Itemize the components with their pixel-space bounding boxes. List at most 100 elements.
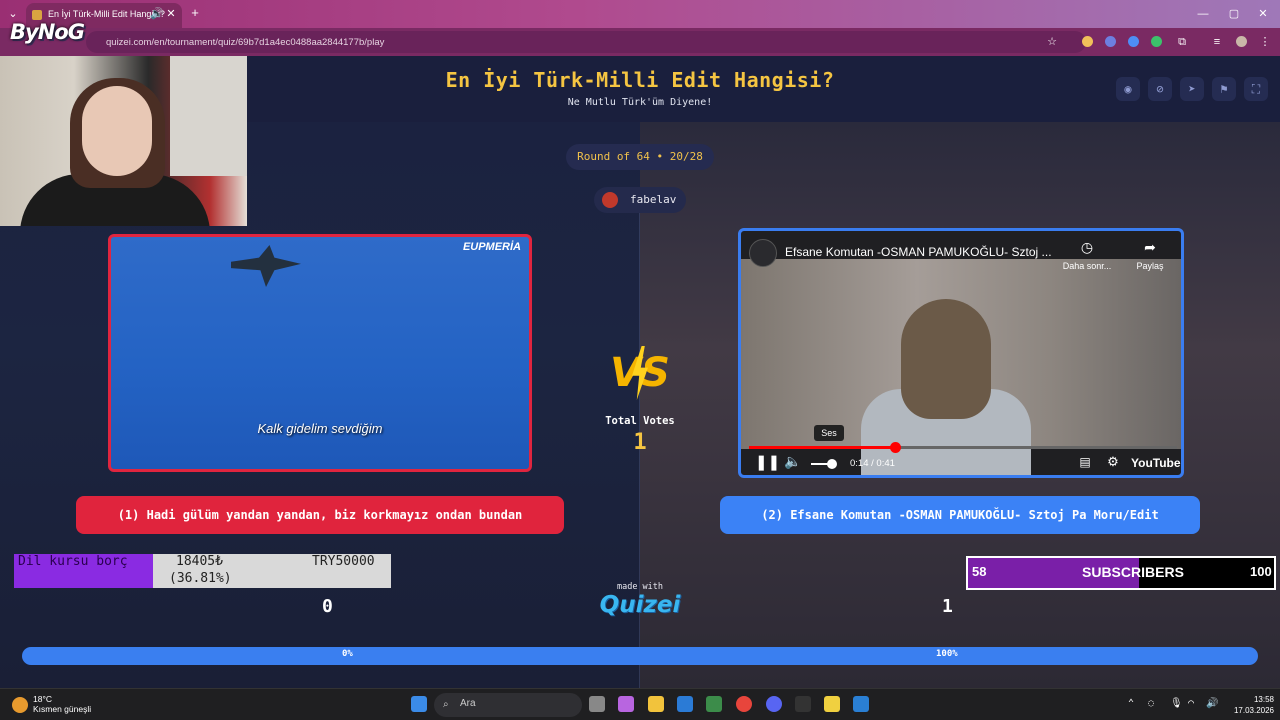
chrome-icon[interactable] (736, 696, 752, 712)
extension-icon[interactable] (1128, 36, 1139, 47)
windows-taskbar: 18°C Kısmen güneşli Ara ⌕ ⌃ ◌ 🎙 ◠ 🔊 13:5… (0, 688, 1280, 720)
copilot-icon[interactable] (618, 696, 634, 712)
watch-later-icon[interactable]: ◷ (1057, 239, 1117, 256)
pause-icon[interactable]: ❚❚ (755, 453, 780, 471)
share-icon[interactable]: ➦ (1125, 239, 1175, 256)
stream-logo: ByNoG (10, 20, 85, 44)
volume-tooltip: Ses (814, 425, 844, 441)
weather-desc: Kısmen güneşli (33, 704, 92, 714)
volume-icon[interactable]: 🔈 (783, 453, 803, 470)
video-progress-bar[interactable] (749, 442, 1177, 453)
weather-widget[interactable]: 18°C Kısmen güneşli (33, 694, 91, 714)
subscriber-label: SUBSCRIBERS (1082, 564, 1184, 580)
option-right-button[interactable]: (2) Efsane Komutan -OSMAN PAMUKOĞLU- Szt… (720, 496, 1200, 534)
left-vote-count: 0 (322, 596, 333, 617)
clock-date: 17.03.2026 (1233, 706, 1274, 715)
maximize-button[interactable]: ▢ (1227, 7, 1241, 21)
extension-icon[interactable] (1082, 36, 1093, 47)
jet-image (231, 245, 301, 287)
app-icon[interactable] (853, 696, 869, 712)
system-clock[interactable]: 13:58 17.03.2026 (1224, 694, 1274, 716)
total-votes-count: 1 (633, 430, 647, 455)
profile-avatar[interactable] (1236, 36, 1247, 47)
subscriber-target: 100 (1250, 564, 1272, 579)
youtube-logo[interactable]: YouTube (1131, 456, 1181, 470)
extension-icon[interactable] (1105, 36, 1116, 47)
author-chip[interactable]: fabelav (594, 187, 686, 213)
option-left-button[interactable]: (1) Hadi gülüm yandan yandan, biz korkma… (76, 496, 564, 534)
donation-goal: TRY50000 (312, 554, 375, 569)
video-watermark: EUPMERİA (462, 241, 521, 253)
vote-percent-bar: 0% 100% (22, 647, 1258, 665)
send-icon[interactable]: ➤ (1180, 77, 1204, 101)
left-percent: 0% (342, 649, 353, 659)
tab-list-chevron-icon[interactable]: ⌄ (6, 7, 20, 21)
weather-icon[interactable] (12, 697, 28, 713)
extension-icon[interactable] (1151, 36, 1162, 47)
donation-percent: (36.81%) (169, 571, 232, 586)
store-icon[interactable] (677, 696, 693, 712)
url-field[interactable]: quizei.com/en/tournament/quiz/69b7d1a4ec… (86, 31, 1086, 53)
quizei-logo[interactable]: Quizei (590, 592, 690, 618)
flag-icon[interactable]: ⚑ (1212, 77, 1236, 101)
round-badge: Round of 64 • 20/28 (566, 144, 714, 170)
made-with-label: made with (616, 582, 664, 592)
window-close-button[interactable]: ✕ (1256, 7, 1270, 21)
tab-close-button[interactable]: ✕ (165, 7, 177, 21)
video-time: 0:14 / 0:41 (850, 458, 895, 469)
app-icon[interactable] (706, 696, 722, 712)
youtube-video-title[interactable]: Efsane Komutan -OSMAN PAMUKOĞLU- Sztoj .… (785, 245, 1065, 259)
right-video-youtube[interactable]: Efsane Komutan -OSMAN PAMUKOĞLU- Sztoj .… (738, 228, 1184, 478)
file-explorer-icon[interactable] (648, 696, 664, 712)
app-icon[interactable] (824, 696, 840, 712)
channel-avatar[interactable] (749, 239, 777, 267)
author-avatar (602, 192, 618, 208)
watch-later-label[interactable]: Daha sonr... (1057, 261, 1117, 271)
background-portrait (170, 56, 247, 176)
link-icon[interactable]: ⊘ (1148, 77, 1172, 101)
donation-goal-widget: Dil kursu borç 18405₺ (36.81%) TRY50000 (14, 554, 391, 588)
author-name: fabelav (630, 193, 677, 206)
weather-temp: 18°C (33, 694, 52, 704)
wifi-icon[interactable]: ◠ (1188, 698, 1194, 709)
discord-icon[interactable] (766, 696, 782, 712)
right-vote-count: 1 (942, 596, 953, 617)
donation-amount: 18405₺ (176, 554, 223, 569)
settings-gear-icon[interactable]: ⚙ (1103, 454, 1123, 470)
tray-chevron-icon[interactable]: ⌃ (1128, 698, 1134, 709)
windows-start-icon[interactable] (411, 696, 427, 712)
captions-icon[interactable]: ▤ (1075, 455, 1095, 469)
progress-played (749, 446, 895, 449)
donation-label: Dil kursu borç (18, 554, 128, 569)
right-percent: 100% (936, 649, 958, 659)
new-tab-button[interactable]: + (188, 6, 202, 20)
speaker-icon[interactable]: 🔊 (1206, 698, 1218, 709)
vs-logo: VS (604, 344, 676, 402)
left-video[interactable]: EUPMERİA Kalk gidelim sevdiğim (108, 234, 532, 472)
eye-icon[interactable]: ◉ (1116, 77, 1140, 101)
progress-scrubber[interactable] (889, 442, 901, 453)
total-votes-label: Total Votes (605, 415, 675, 427)
microphone-icon[interactable]: 🎙 (1170, 698, 1183, 709)
video-person-head (901, 299, 991, 419)
obs-icon[interactable] (795, 696, 811, 712)
task-view-icon[interactable] (589, 696, 605, 712)
minimize-button[interactable]: — (1196, 7, 1210, 21)
fullscreen-icon[interactable]: ⛶ (1244, 77, 1268, 101)
browser-menu-icon[interactable]: ⋮ (1258, 35, 1272, 49)
subscriber-current: 58 (972, 564, 987, 579)
taskbar-search[interactable]: Ara (434, 693, 582, 717)
bookmark-star-icon[interactable]: ☆ (1045, 35, 1059, 49)
volume-handle[interactable] (827, 459, 837, 469)
subscriber-goal-widget: 58 SUBSCRIBERS 100 (966, 556, 1276, 590)
video-frame (741, 259, 1181, 475)
media-control-icon[interactable]: ≡ (1210, 35, 1224, 49)
puzzle-extensions-icon[interactable]: ⧉ (1175, 35, 1189, 49)
tab-favicon-icon (32, 10, 42, 20)
tray-network-icon[interactable]: ◌ (1148, 698, 1154, 709)
share-label[interactable]: Paylaş (1125, 261, 1175, 271)
video-subtitle: Kalk gidelim sevdiğim (257, 421, 383, 436)
webcam-overlay (0, 56, 247, 226)
search-icon: ⌕ (443, 699, 449, 710)
tab-audio-icon[interactable]: 🔊 (150, 7, 164, 21)
